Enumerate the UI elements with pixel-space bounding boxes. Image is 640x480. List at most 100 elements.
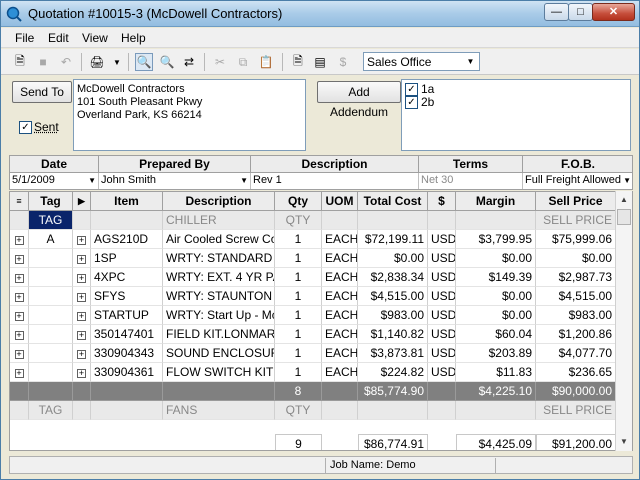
cut-icon[interactable]: ✂	[211, 53, 229, 71]
row-tag[interactable]	[29, 363, 73, 382]
row-total-cost[interactable]: $72,199.11	[358, 230, 428, 249]
print-icon[interactable]: 🖨	[88, 53, 106, 71]
row-qty[interactable]: 1	[275, 287, 322, 306]
row-item[interactable]: 1SP	[91, 249, 163, 268]
row-qty[interactable]: 1	[275, 325, 322, 344]
expand-icon[interactable]: +	[77, 236, 86, 245]
menu-view[interactable]: View	[82, 31, 108, 45]
group-tag[interactable]: TAG	[29, 401, 73, 420]
row-description[interactable]: FLOW SWITCH KIT (E	[163, 363, 275, 382]
row-currency[interactable]: USD	[428, 306, 456, 325]
export-icon[interactable]: ⇄	[180, 53, 198, 71]
expand-icon[interactable]: +	[14, 331, 24, 340]
date-field[interactable]: 5/1/2009 ▼	[10, 173, 99, 189]
row-margin[interactable]: $0.00	[456, 287, 536, 306]
row-sell-price[interactable]: $1,200.86	[536, 325, 616, 344]
expand-icon[interactable]: +	[14, 274, 24, 283]
expand-icon[interactable]: +	[14, 369, 24, 378]
column-description[interactable]: Description	[163, 192, 275, 211]
table-row[interactable]: + + 330904343 SOUND ENCLOSURE 1 EACH $3,…	[10, 344, 616, 363]
column-tag[interactable]: Tag	[29, 192, 73, 211]
addendum-checkbox[interactable]: ✓	[405, 83, 418, 96]
row-total-cost[interactable]: $4,515.00	[358, 287, 428, 306]
menu-file[interactable]: File	[15, 31, 34, 45]
row-description[interactable]: WRTY: STAUNTON - I	[163, 287, 275, 306]
row-total-cost[interactable]: $0.00	[358, 249, 428, 268]
row-uom[interactable]: EACH	[322, 325, 358, 344]
new-document-icon[interactable]: 🗎	[11, 53, 29, 71]
table-row[interactable]: + + 330904361 FLOW SWITCH KIT (E 1 EACH …	[10, 363, 616, 382]
row-margin[interactable]: $0.00	[456, 306, 536, 325]
row-uom[interactable]: EACH	[322, 249, 358, 268]
column-item[interactable]: Item	[91, 192, 163, 211]
expand-icon[interactable]: +	[14, 312, 24, 321]
expand-icon[interactable]: +	[77, 369, 86, 378]
row-margin[interactable]: $203.89	[456, 344, 536, 363]
row-currency[interactable]: USD	[428, 268, 456, 287]
row-description[interactable]: FIELD KIT.LONMARK-	[163, 325, 275, 344]
scroll-up-icon[interactable]: ▲	[616, 192, 632, 208]
row-sell-price[interactable]: $0.00	[536, 249, 616, 268]
row-description[interactable]: WRTY: STANDARD 1	[163, 249, 275, 268]
copy-icon[interactable]: ⧉	[234, 53, 252, 71]
row-currency[interactable]: USD	[428, 325, 456, 344]
scrollbar-thumb[interactable]	[617, 209, 631, 225]
send-to-button[interactable]: Send To	[12, 81, 72, 103]
row-item[interactable]: SFYS	[91, 287, 163, 306]
prepared-by-select[interactable]: John Smith ▼	[99, 173, 251, 189]
row-uom[interactable]: EACH	[322, 230, 358, 249]
row-item[interactable]: 350147401	[91, 325, 163, 344]
fob-select[interactable]: Full Freight Allowed ▼	[523, 173, 633, 189]
column-qty[interactable]: Qty	[275, 192, 322, 211]
row-tag[interactable]	[29, 268, 73, 287]
expand-icon[interactable]: +	[77, 312, 86, 321]
row-margin[interactable]: $3,799.95	[456, 230, 536, 249]
addendum-checkbox[interactable]: ✓	[405, 96, 418, 109]
row-qty[interactable]: 1	[275, 268, 322, 287]
table-row[interactable]: + + 1SP WRTY: STANDARD 1 1 EACH $0.00 US…	[10, 249, 616, 268]
row-currency[interactable]: USD	[428, 230, 456, 249]
address-box[interactable]: McDowell Contractors 101 South Pleasant …	[73, 79, 306, 151]
expand-icon[interactable]: +	[14, 293, 24, 302]
zoom-icon[interactable]: 🔍	[158, 53, 176, 71]
group-tag[interactable]: TAG	[29, 211, 73, 230]
paste-icon[interactable]: 📋	[257, 53, 275, 71]
undo-icon[interactable]: ↶	[57, 53, 75, 71]
row-margin[interactable]: $11.83	[456, 363, 536, 382]
row-margin[interactable]: $149.39	[456, 268, 536, 287]
row-qty[interactable]: 1	[275, 363, 322, 382]
expand-icon[interactable]: +	[77, 350, 86, 359]
expand-icon[interactable]: +	[14, 236, 24, 245]
column-uom[interactable]: UOM	[322, 192, 358, 211]
row-margin[interactable]: $0.00	[456, 249, 536, 268]
preview-icon[interactable]: 🔍	[135, 53, 153, 71]
save-icon[interactable]: ■	[34, 53, 52, 71]
layout-icon[interactable]: ▤	[311, 53, 329, 71]
sent-checkbox[interactable]: ✓	[19, 121, 32, 134]
expand-icon[interactable]: +	[14, 350, 24, 359]
row-tag[interactable]: A	[29, 230, 73, 249]
row-currency[interactable]: USD	[428, 363, 456, 382]
report-icon[interactable]: 🗎	[289, 53, 307, 71]
row-sell-price[interactable]: $4,077.70	[536, 344, 616, 363]
row-total-cost[interactable]: $983.00	[358, 306, 428, 325]
row-tag[interactable]	[29, 249, 73, 268]
maximize-button[interactable]: □	[568, 3, 593, 21]
pricing-icon[interactable]: $	[334, 53, 352, 71]
row-sell-price[interactable]: $983.00	[536, 306, 616, 325]
row-tag[interactable]	[29, 325, 73, 344]
row-uom[interactable]: EACH	[322, 363, 358, 382]
row-currency[interactable]: USD	[428, 287, 456, 306]
row-qty[interactable]: 1	[275, 249, 322, 268]
row-qty[interactable]: 1	[275, 230, 322, 249]
sales-office-select[interactable]: Sales Office ▼	[363, 52, 480, 71]
row-item[interactable]: STARTUP	[91, 306, 163, 325]
close-button[interactable]: ✕	[592, 3, 635, 21]
grid-scrollbar[interactable]: ▲ ▼	[615, 191, 632, 451]
menu-edit[interactable]: Edit	[48, 31, 69, 45]
column-total-cost[interactable]: Total Cost	[358, 192, 428, 211]
row-sell-price[interactable]: $2,987.73	[536, 268, 616, 287]
row-uom[interactable]: EACH	[322, 306, 358, 325]
table-row[interactable]: + + 350147401 FIELD KIT.LONMARK- 1 EACH …	[10, 325, 616, 344]
row-total-cost[interactable]: $3,873.81	[358, 344, 428, 363]
